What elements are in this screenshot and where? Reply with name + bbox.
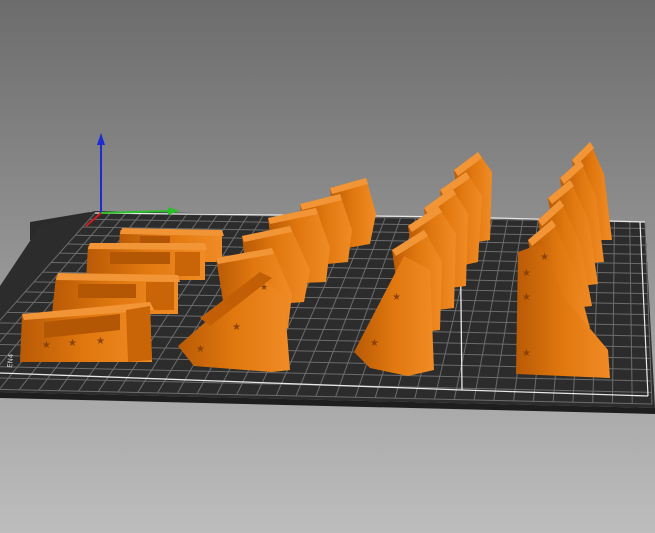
- scene-canvas[interactable]: EN4 ★ ★ ★ ★ ★ ★ ★ ★ ★ ★ ★ ★: [0, 0, 655, 533]
- svg-text:★: ★: [392, 292, 401, 303]
- svg-text:★: ★: [232, 322, 241, 333]
- svg-text:★: ★: [96, 336, 105, 347]
- svg-text:★: ★: [522, 348, 531, 359]
- svg-text:★: ★: [540, 252, 549, 263]
- svg-text:★: ★: [260, 283, 268, 293]
- svg-text:★: ★: [370, 338, 379, 349]
- svg-text:★: ★: [522, 268, 531, 279]
- svg-text:★: ★: [522, 292, 531, 303]
- svg-text:★: ★: [196, 344, 205, 355]
- svg-text:★: ★: [42, 340, 51, 351]
- svg-text:★: ★: [68, 338, 77, 349]
- bed-label: EN4: [6, 353, 15, 368]
- 3d-viewport[interactable]: EN4 ★ ★ ★ ★ ★ ★ ★ ★ ★ ★ ★ ★: [0, 0, 655, 533]
